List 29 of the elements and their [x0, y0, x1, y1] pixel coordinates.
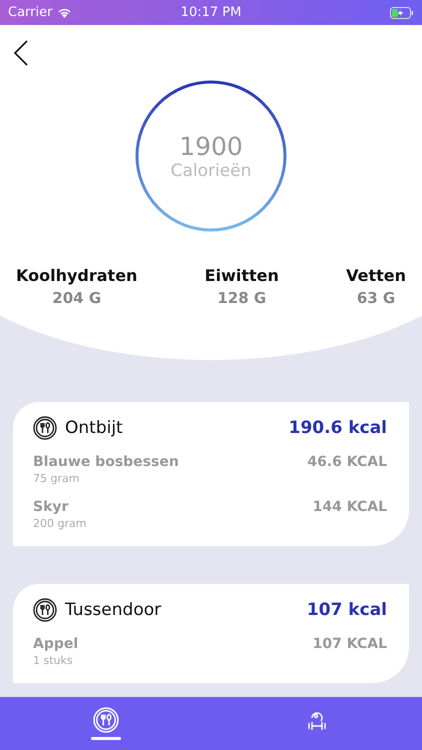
macro-name: Vetten	[346, 266, 406, 285]
food-amount: 1 stuks	[33, 654, 74, 667]
battery-icon	[390, 6, 414, 18]
macro-name: Koolhydraten	[16, 266, 138, 285]
food-kcal: 46.6 KCAL	[307, 454, 387, 470]
calorie-value: 1900	[179, 132, 243, 160]
back-icon[interactable]	[13, 40, 29, 66]
meal-total: 190.6 kcal	[288, 418, 387, 438]
food-amount: 75 gram	[33, 472, 80, 485]
wifi-icon	[57, 7, 72, 18]
status-time: 10:17 PM	[180, 5, 242, 20]
macro-amount: 204 G	[52, 289, 102, 307]
food-amount: 200 gram	[33, 517, 88, 530]
carrier-label: Carrier	[8, 5, 52, 20]
cutlery-icon	[33, 598, 57, 622]
cutlery-icon	[92, 707, 118, 733]
macro-name: Eiwitten	[204, 266, 279, 285]
macro-amount: 128 G	[217, 289, 266, 307]
food-name: Skyr	[33, 499, 70, 515]
food-kcal: 144 KCAL	[312, 499, 387, 515]
meal-name: Tussendoor	[65, 600, 162, 620]
cutlery-icon	[33, 416, 57, 440]
food-name: Blauwe bosbessen	[33, 454, 180, 470]
macro-amount: 63 G	[356, 289, 396, 307]
meal-name: Ontbijt	[65, 418, 124, 438]
meal-total: 107 kcal	[306, 600, 387, 620]
food-kcal: 107 KCAL	[312, 636, 387, 652]
calorie-label: Calorieën	[170, 160, 252, 180]
food-name: Appel	[33, 636, 80, 652]
